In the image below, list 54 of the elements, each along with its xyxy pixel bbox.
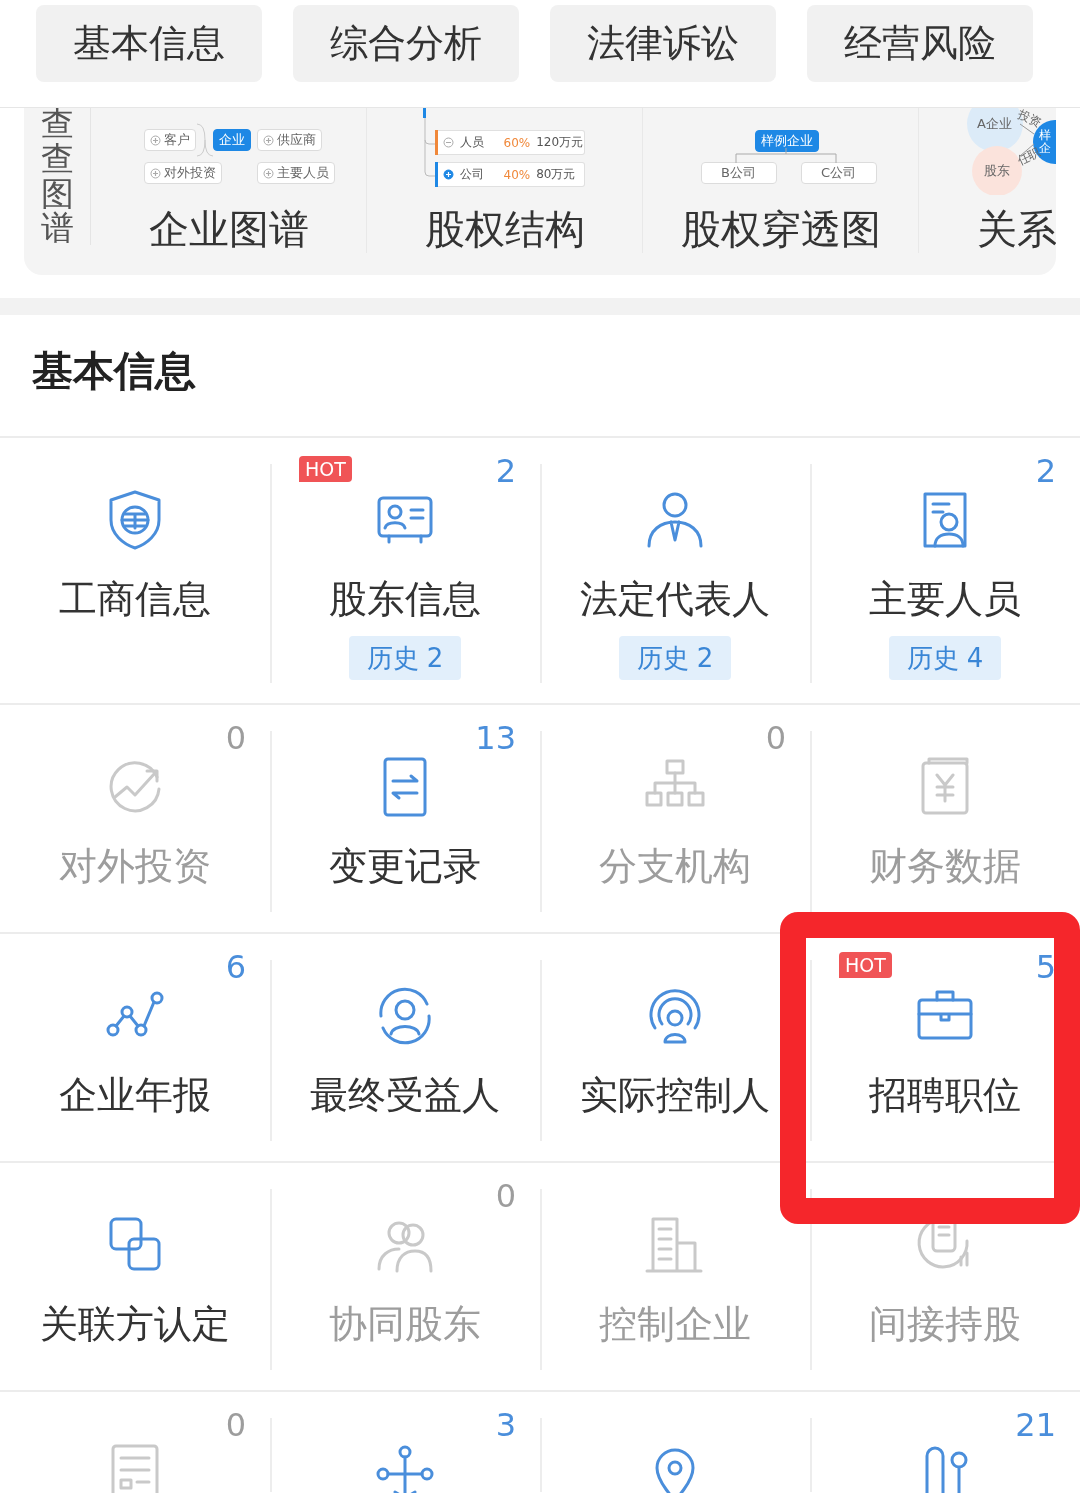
- count-text: 0: [225, 1406, 246, 1444]
- tab[interactable]: 经营风险: [807, 5, 1033, 82]
- amount-text: 120万元: [536, 134, 584, 151]
- count-text: 2: [1035, 452, 1056, 490]
- plus-icon: [149, 134, 161, 146]
- count-text: 2: [495, 452, 516, 490]
- connector-lines: [194, 122, 215, 158]
- graph-node: 样例企业: [754, 130, 819, 152]
- tab[interactable]: 基本信息: [36, 5, 262, 82]
- node-label: 供应商: [276, 131, 316, 149]
- tab[interactable]: 综合分析: [293, 5, 519, 82]
- hot-label: HOT: [839, 952, 892, 978]
- section-title: 基本信息: [31, 346, 197, 396]
- graph-card-title[interactable]: 股权结构: [424, 205, 585, 253]
- graph-card-title[interactable]: 企业图谱: [148, 205, 309, 253]
- node-label: 对外投资: [163, 164, 216, 182]
- feature-label[interactable]: 最终受益人: [310, 1070, 500, 1120]
- feature-label[interactable]: 法定代表人: [580, 574, 770, 624]
- node-label: 人员: [459, 134, 485, 151]
- graph-node: B公司: [700, 162, 777, 184]
- feature-label[interactable]: 关联方认定: [40, 1299, 230, 1349]
- hot-label: HOT: [299, 456, 352, 482]
- count-text: 5: [1035, 948, 1056, 986]
- count-text: 6: [225, 948, 246, 986]
- count-text: 0: [765, 719, 786, 757]
- share-text: 40%: [503, 167, 531, 182]
- count-text: 0: [225, 719, 246, 757]
- strip-title: 查查图谱: [40, 108, 74, 246]
- feature-label[interactable]: 工商信息: [59, 574, 211, 624]
- graph-node: C公司: [800, 162, 877, 184]
- feature-label[interactable]: 主要人员: [869, 574, 1021, 624]
- feature-label[interactable]: 招聘职位: [869, 1070, 1021, 1120]
- plus-icon: [149, 167, 161, 179]
- plus-icon: [262, 134, 274, 146]
- feature-label[interactable]: 企业年报: [59, 1070, 211, 1120]
- minus-icon[interactable]: [442, 137, 454, 148]
- plus-icon: [262, 167, 274, 179]
- node-label: 公司: [459, 166, 485, 183]
- node-label: 主要人员: [276, 164, 329, 182]
- node-label: 客户: [163, 131, 190, 149]
- feature-label[interactable]: 股东信息: [329, 574, 481, 624]
- feature-label[interactable]: 实际控制人: [580, 1070, 770, 1120]
- plus-icon[interactable]: [442, 169, 454, 180]
- count-text: 13: [475, 719, 516, 757]
- feature-label[interactable]: 变更记录: [329, 841, 481, 891]
- graph-card-title[interactable]: 股权穿透图: [680, 205, 881, 253]
- share-text: 60%: [503, 135, 531, 150]
- amount-text: 80万元: [536, 166, 576, 183]
- count-text: 21: [1015, 1406, 1056, 1444]
- graph-node: 企业: [212, 129, 251, 151]
- count-text: 3: [495, 1406, 516, 1444]
- count-text: 0: [495, 1177, 516, 1215]
- graph-card-title[interactable]: 关系: [976, 205, 1056, 253]
- tab[interactable]: 法律诉讼: [550, 5, 776, 82]
